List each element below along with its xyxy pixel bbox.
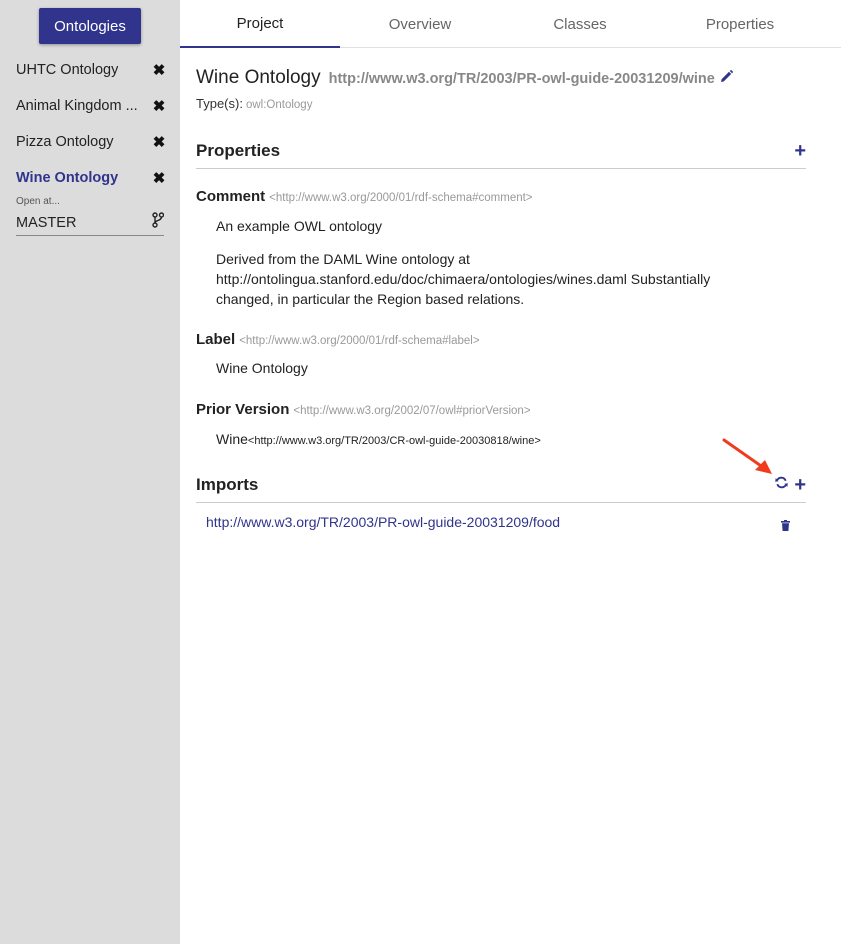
property-label: Label <http://www.w3.org/2000/01/rdf-sche…	[196, 331, 480, 349]
ontology-iri: http://www.w3.org/TR/2003/PR-owl-guide-2…	[328, 71, 715, 87]
close-icon[interactable]: ✖	[152, 61, 166, 79]
property-iri: <http://www.w3.org/2000/01/rdf-schema#co…	[269, 192, 533, 204]
branch-label: MASTER	[16, 214, 77, 231]
tab-overview[interactable]: Overview	[340, 0, 500, 48]
property-value: Wine Ontology	[216, 360, 308, 376]
property-iri: <http://www.w3.org/2000/01/rdf-schema#la…	[239, 335, 480, 347]
tab-properties[interactable]: Properties	[660, 0, 820, 48]
prior-version-iri: <http://www.w3.org/TR/2003/CR-owl-guide-…	[247, 435, 541, 447]
tab-project[interactable]: Project	[180, 0, 340, 48]
property-value: An example OWL ontology	[216, 218, 383, 234]
add-import-button[interactable]: +	[794, 475, 806, 495]
imports-title: Imports	[196, 474, 259, 494]
types-label: Type(s):	[196, 96, 243, 111]
sidebar-item-uhtc-ontology[interactable]: UHTC Ontology ✖	[16, 58, 166, 82]
sidebar-item-pizza-ontology[interactable]: Pizza Ontology ✖	[16, 130, 166, 154]
sidebar-item-label: UHTC Ontology	[16, 62, 119, 78]
trash-icon[interactable]	[781, 518, 790, 536]
annotation-arrow-icon	[720, 436, 776, 483]
close-icon[interactable]: ✖	[152, 133, 166, 151]
property-name: Label	[196, 331, 236, 348]
import-link[interactable]: http://www.w3.org/TR/2003/PR-owl-guide-2…	[206, 514, 560, 530]
sidebar: Ontologies UHTC Ontology ✖ Animal Kingdo…	[0, 0, 180, 944]
branch-select[interactable]: MASTER	[16, 210, 165, 236]
imports-section-header: Imports +	[196, 467, 806, 503]
prior-version-value: Wine	[216, 431, 248, 447]
properties-section-header: Properties +	[196, 133, 806, 169]
property-comment: Comment <http://www.w3.org/2000/01/rdf-sc…	[196, 188, 533, 206]
imports-actions: +	[775, 475, 806, 495]
open-at-label: Open at...	[16, 196, 60, 207]
sidebar-item-label: Wine Ontology	[16, 170, 119, 186]
property-iri: <http://www.w3.org/2002/07/owl#priorVers…	[293, 405, 531, 417]
close-icon[interactable]: ✖	[152, 169, 166, 187]
add-property-button[interactable]: +	[794, 141, 806, 161]
sidebar-item-wine-ontology[interactable]: Wine Ontology ✖	[16, 166, 166, 190]
pencil-icon[interactable]	[720, 70, 733, 83]
tab-bar: Project Overview Classes Properties	[180, 0, 841, 48]
types-value: owl:Ontology	[245, 99, 313, 111]
property-value: Derived from the DAML Wine ontology at h…	[216, 251, 711, 307]
property-name: Prior Version	[196, 401, 290, 418]
tab-classes[interactable]: Classes	[500, 0, 660, 48]
property-value: Wine<http://www.w3.org/TR/2003/CR-owl-gu…	[216, 429, 756, 451]
git-branch-icon	[152, 212, 165, 233]
sidebar-item-label: Animal Kingdom ...	[16, 98, 138, 114]
page-title: Wine Ontology	[196, 67, 321, 88]
refresh-icon[interactable]	[775, 476, 789, 494]
ontology-header: Wine Ontology http://www.w3.org/TR/2003/…	[196, 67, 733, 89]
types-row: Type(s): owl:Ontology	[196, 96, 312, 111]
property-prior-version: Prior Version <http://www.w3.org/2002/07/…	[196, 401, 531, 419]
properties-title: Properties	[196, 140, 281, 160]
sidebar-item-animal-kingdom[interactable]: Animal Kingdom ... ✖	[16, 94, 166, 118]
ontologies-button[interactable]: Ontologies	[39, 8, 141, 44]
property-name: Comment	[196, 188, 266, 205]
close-icon[interactable]: ✖	[152, 97, 166, 115]
sidebar-item-label: Pizza Ontology	[16, 134, 114, 150]
